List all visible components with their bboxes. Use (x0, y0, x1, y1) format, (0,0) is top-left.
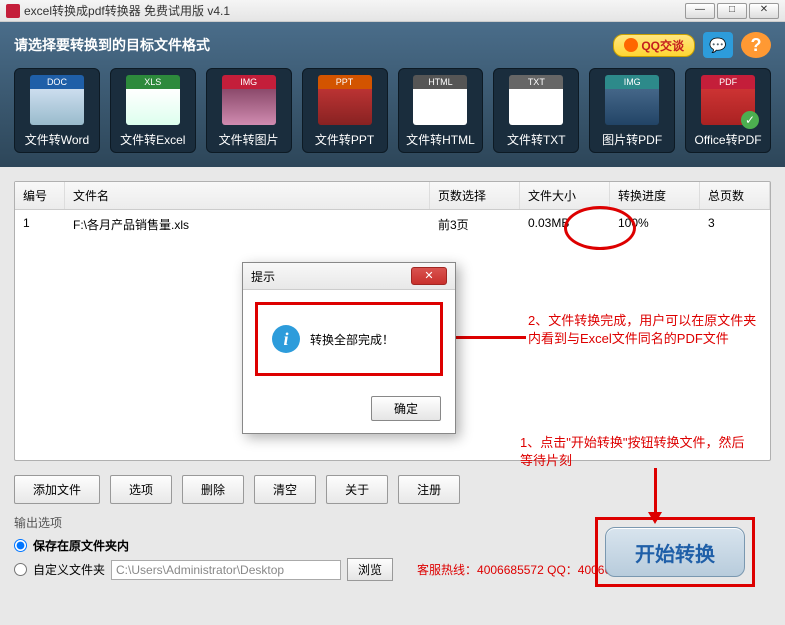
header-prompt: 请选择要转换到的目标文件格式 (14, 35, 613, 55)
format-label: Office转PDF (690, 131, 766, 148)
close-button[interactable]: ✕ (749, 3, 779, 19)
window-title: excel转换成pdf转换器 免费试用版 v4.1 (24, 2, 230, 19)
format-card-htm[interactable]: HTML 文件转HTML (398, 68, 484, 153)
format-row: DOC 文件转Word XLS 文件转Excel IMG 文件转图片 PPT 文件转PPT HT… (14, 68, 771, 153)
format-label: 图片转PDF (594, 131, 670, 148)
format-label: 文件转Word (19, 131, 95, 148)
options-button[interactable]: 选项 (110, 475, 172, 504)
add-file-button[interactable]: 添加文件 (14, 475, 100, 504)
format-label: 文件转TXT (498, 131, 574, 148)
format-label: 文件转Excel (115, 131, 191, 148)
info-icon: i (272, 325, 300, 353)
delete-button[interactable]: 删除 (182, 475, 244, 504)
table-header: 编号 文件名 页数选择 文件大小 转换进度 总页数 (15, 182, 770, 210)
annotation-1: 1、点击"开始转换"按钮转换文件，然后等待片刻 (520, 434, 750, 470)
annotation-arrowhead-1 (648, 512, 662, 524)
col-total[interactable]: 总页数 (700, 182, 770, 209)
ppt-icon: PPT (318, 75, 372, 125)
xls-icon: XLS (126, 75, 180, 125)
img-icon: IMG (222, 75, 276, 125)
help-button[interactable]: ? (741, 32, 771, 58)
about-button[interactable]: 关于 (326, 475, 388, 504)
qq-chat-button[interactable]: QQ交谈 (613, 34, 695, 57)
browse-button[interactable]: 浏览 (347, 558, 393, 581)
col-num[interactable]: 编号 (15, 182, 65, 209)
register-button[interactable]: 注册 (398, 475, 460, 504)
qq-icon (624, 38, 638, 52)
start-convert-button[interactable]: 开始转换 (605, 527, 745, 577)
table-row[interactable]: 1 F:\各月产品销售量.xls 前3页 0.03MB 100% 3 (15, 210, 770, 239)
format-label: 文件转PPT (307, 131, 383, 148)
annotation-arrow-1 (654, 468, 657, 514)
dialog-ok-button[interactable]: 确定 (371, 396, 441, 421)
clear-button[interactable]: 清空 (254, 475, 316, 504)
app-icon (6, 4, 20, 18)
doc-icon: DOC (30, 75, 84, 125)
format-card-doc[interactable]: DOC 文件转Word (14, 68, 100, 153)
action-row: 添加文件 选项 删除 清空 关于 注册 (0, 475, 785, 514)
col-prog[interactable]: 转换进度 (610, 182, 700, 209)
titlebar: excel转换成pdf转换器 免费试用版 v4.1 — □ ✕ (0, 0, 785, 22)
format-label: 文件转图片 (211, 131, 287, 148)
dialog-close-button[interactable]: ✕ (411, 267, 447, 285)
dialog-body: i 转换全部完成！ (255, 302, 443, 376)
format-card-txt[interactable]: TXT 文件转TXT (493, 68, 579, 153)
alert-dialog: 提示 ✕ i 转换全部完成！ 确定 (242, 262, 456, 434)
format-card-ppt[interactable]: PPT 文件转PPT (302, 68, 388, 153)
format-card-imgp[interactable]: IMG 图片转PDF (589, 68, 675, 153)
col-size[interactable]: 文件大小 (520, 182, 610, 209)
pdf-icon: PDF✓ (701, 75, 755, 125)
annotation-circle-progress (564, 206, 636, 250)
htm-icon: HTML (413, 75, 467, 125)
maximize-button[interactable]: □ (717, 3, 747, 19)
minimize-button[interactable]: — (685, 3, 715, 19)
chat-button[interactable]: 💬 (703, 32, 733, 58)
txt-icon: TXT (509, 75, 563, 125)
format-card-pdf[interactable]: PDF✓ Office转PDF (685, 68, 771, 153)
format-card-xls[interactable]: XLS 文件转Excel (110, 68, 196, 153)
dialog-message: 转换全部完成！ (310, 331, 394, 348)
header: 请选择要转换到的目标文件格式 QQ交谈 💬 ? DOC 文件转Word XLS 文件转… (0, 22, 785, 167)
imgp-icon: IMG (605, 75, 659, 125)
radio-custom-folder[interactable] (14, 563, 27, 576)
annotation-2: 2、文件转换完成，用户可以在原文件夹内看到与Excel文件同名的PDF文件 (528, 312, 758, 348)
radio-save-original[interactable] (14, 539, 27, 552)
dialog-titlebar: 提示 ✕ (243, 263, 455, 290)
radio-custom-folder-label: 自定义文件夹 (33, 561, 105, 578)
col-pages[interactable]: 页数选择 (430, 182, 520, 209)
radio-save-original-label: 保存在原文件夹内 (33, 537, 129, 554)
col-name[interactable]: 文件名 (65, 182, 430, 209)
output-path-input[interactable] (111, 560, 341, 580)
format-card-img[interactable]: IMG 文件转图片 (206, 68, 292, 153)
format-label: 文件转HTML (403, 131, 479, 148)
dialog-title-text: 提示 (251, 268, 411, 285)
